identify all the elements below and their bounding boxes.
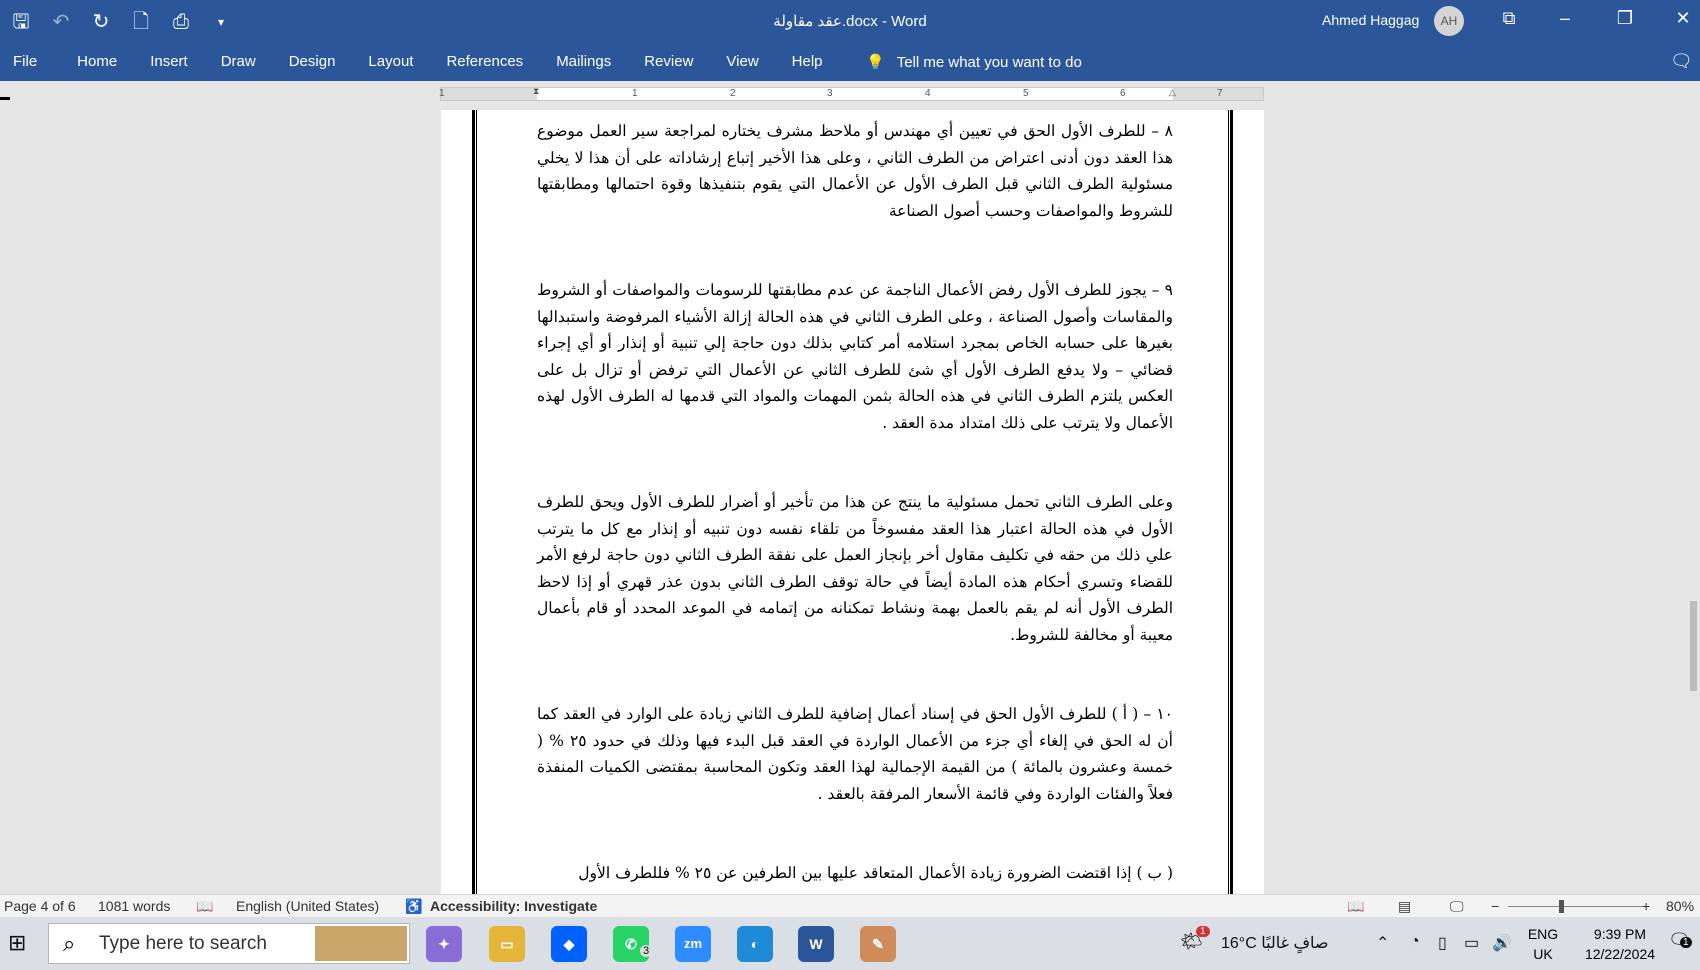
windows-start-icon[interactable]: ⊞ bbox=[8, 930, 26, 956]
tab-view[interactable]: View bbox=[726, 53, 758, 70]
clock-time: 9:39 PM bbox=[1593, 926, 1647, 942]
tab-help[interactable]: Help bbox=[792, 53, 823, 70]
whatsapp-badge: 3 bbox=[640, 945, 653, 957]
ruler-number: 2 bbox=[730, 88, 736, 99]
weather-badge: 1 bbox=[1196, 926, 1210, 937]
proofing-icon[interactable]: 📖 bbox=[196, 898, 213, 915]
taskbar-search[interactable]: ⌕ Type here to search bbox=[48, 923, 410, 964]
zoom-level[interactable]: 80% bbox=[1666, 898, 1694, 914]
search-input[interactable]: Type here to search bbox=[99, 933, 267, 955]
document-area: ▬ 1 1 2 3 4 5 6 7 ⧗ △ ٨ – للطرف الأول ال… bbox=[0, 81, 1700, 894]
horizontal-ruler[interactable]: 1 1 2 3 4 5 6 7 ⧗ △ bbox=[439, 86, 1264, 101]
paragraph-clause-8[interactable]: ٨ – للطرف الأول الحق في تعيين أي مهندس أ… bbox=[537, 118, 1173, 224]
maximize-button[interactable]: ❐ bbox=[1610, 8, 1640, 29]
ruler-number: 7 bbox=[1217, 88, 1223, 99]
page-border-right bbox=[1228, 110, 1233, 894]
word-app-icon[interactable]: W bbox=[798, 926, 834, 962]
read-mode-icon[interactable]: 📖 bbox=[1347, 898, 1364, 915]
ruler-left-margin bbox=[441, 88, 537, 100]
device-icon[interactable]: ▯ bbox=[1438, 933, 1447, 953]
ribbon-menu: File Home Insert Draw Design Layout Refe… bbox=[0, 53, 823, 70]
ribbon-display-icon[interactable]: ⧉ bbox=[1494, 8, 1524, 29]
battery-icon[interactable]: ▭ bbox=[1464, 933, 1479, 953]
zoom-slider[interactable] bbox=[1508, 900, 1643, 913]
accessibility-status[interactable]: Accessibility: Investigate bbox=[430, 898, 597, 914]
input-language-code: ENG bbox=[1527, 926, 1559, 942]
tab-draw[interactable]: Draw bbox=[221, 53, 256, 70]
tab-file[interactable]: File bbox=[13, 53, 37, 70]
right-indent-marker-icon[interactable]: △ bbox=[1169, 87, 1176, 98]
taskbar: ⊞ ⌕ Type here to search ✦ ▭ ◆ ✆ 3 zm ◐ W… bbox=[0, 917, 1700, 970]
copilot-icon[interactable]: ✦ bbox=[426, 926, 462, 962]
user-name[interactable]: Ahmed Haggag bbox=[1322, 12, 1419, 28]
document-body[interactable]: ٨ – للطرف الأول الحق في تعيين أي مهندس أ… bbox=[537, 118, 1173, 894]
minimize-button[interactable]: – bbox=[1550, 8, 1580, 29]
ruler-number: 1 bbox=[439, 88, 445, 99]
ruler-number: 1 bbox=[632, 88, 638, 99]
word-count[interactable]: 1081 words bbox=[98, 898, 170, 914]
lightbulb-icon: 💡 bbox=[866, 54, 885, 71]
tab-insert[interactable]: Insert bbox=[150, 53, 188, 70]
paragraph-clause-10b[interactable]: ( ب ) إذا اقتضت الضرورة زيادة الأعمال ال… bbox=[537, 860, 1173, 887]
zoom-out-button[interactable]: − bbox=[1491, 898, 1499, 914]
edge-browser-icon[interactable]: ◐ bbox=[737, 926, 773, 962]
zoom-app-icon[interactable]: zm bbox=[675, 926, 711, 962]
document-page[interactable]: ٨ – للطرف الأول الحق في تعيين أي مهندس أ… bbox=[441, 110, 1264, 894]
paragraph-clause-10a[interactable]: ١٠ – ( أ ) للطرف الأول الحق في إسناد أعم… bbox=[537, 701, 1173, 807]
dropbox-icon[interactable]: ◆ bbox=[551, 926, 587, 962]
clock-date: 12/22/2024 bbox=[1584, 946, 1656, 962]
paragraph-clause-9-continued[interactable]: وعلى الطرف الثاني تحمل مسئولية ما ينتج ع… bbox=[537, 489, 1173, 648]
tab-design[interactable]: Design bbox=[289, 53, 336, 70]
accessibility-icon: ♿ bbox=[405, 898, 423, 914]
search-icon: ⌕ bbox=[63, 931, 76, 956]
ruler-number: 3 bbox=[827, 88, 833, 99]
page-count[interactable]: Page 4 of 6 bbox=[4, 898, 76, 914]
clock[interactable]: 9:39 PM 12/22/2024 bbox=[1580, 924, 1660, 964]
scrollbar-thumb[interactable] bbox=[1690, 601, 1697, 691]
ruler-number: 4 bbox=[925, 88, 931, 99]
file-explorer-icon[interactable]: ▭ bbox=[489, 926, 525, 962]
paragraph-clause-9[interactable]: ٩ – يجوز للطرف الأول رفض الأعمال الناجمة… bbox=[537, 277, 1173, 436]
language-status[interactable]: English (United States) bbox=[236, 898, 379, 914]
wifi-icon[interactable]: ◔ bbox=[1410, 933, 1420, 951]
tab-layout[interactable]: Layout bbox=[368, 53, 413, 70]
zoom-in-button[interactable]: + bbox=[1642, 898, 1650, 914]
input-language-region: UK bbox=[1533, 946, 1553, 962]
web-layout-icon[interactable]: 🖵 bbox=[1450, 898, 1464, 915]
input-language[interactable]: ENG UK bbox=[1526, 924, 1560, 964]
status-bar: Page 4 of 6 1081 words 📖 English (United… bbox=[0, 894, 1700, 917]
tab-references[interactable]: References bbox=[446, 53, 523, 70]
tab-review[interactable]: Review bbox=[644, 53, 693, 70]
vertical-scrollbar[interactable] bbox=[1689, 191, 1698, 894]
avatar[interactable]: AH bbox=[1434, 6, 1464, 36]
indent-marker-icon[interactable]: ⧗ bbox=[533, 86, 539, 97]
weather-text[interactable]: 16°C صافٍ غالبًا bbox=[1221, 933, 1329, 953]
tell-me-search[interactable]: 💡 Tell me what you want to do bbox=[866, 53, 1082, 72]
show-hidden-icons-button[interactable]: ⌃ bbox=[1376, 933, 1389, 953]
page-border-left bbox=[472, 110, 477, 894]
search-highlight-image bbox=[315, 926, 407, 961]
tab-mailings[interactable]: Mailings bbox=[556, 53, 611, 70]
print-layout-icon[interactable]: ▤ bbox=[1398, 898, 1411, 915]
paint-app-icon[interactable]: ✎ bbox=[860, 926, 896, 962]
ruler-number: 5 bbox=[1023, 88, 1029, 99]
tab-home[interactable]: Home bbox=[77, 53, 117, 70]
close-button[interactable]: ✕ bbox=[1668, 8, 1698, 29]
ruler-number: 6 bbox=[1120, 88, 1126, 99]
notification-badge: 1 bbox=[1680, 937, 1692, 948]
zoom-slider-thumb[interactable] bbox=[1558, 900, 1564, 913]
volume-icon[interactable]: 🔊 bbox=[1492, 933, 1512, 953]
tell-me-label: Tell me what you want to do bbox=[896, 53, 1082, 71]
comments-icon[interactable]: 🗨 bbox=[1670, 51, 1693, 72]
tab-selector-icon[interactable]: ▬ bbox=[0, 92, 10, 103]
title-bar: 🖫 ↶ ↻ 🗋 ⎙ ▾ عقد مقاولة.docx - Word Ahmed… bbox=[0, 0, 1700, 44]
ribbon-tabs: File Home Insert Draw Design Layout Refe… bbox=[0, 44, 1700, 81]
